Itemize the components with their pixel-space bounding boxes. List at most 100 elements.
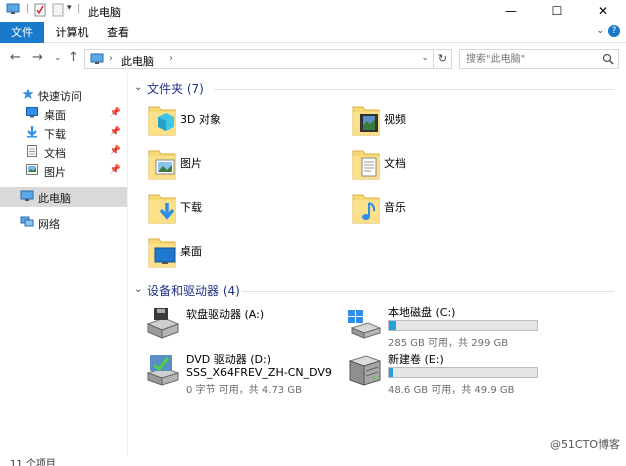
nav-quick-access[interactable]: 快速访问	[0, 85, 127, 105]
window-title: 此电脑	[88, 6, 121, 19]
drive-local-c[interactable]: 本地磁盘 (C:) 285 GB 可用，共 299 GB	[346, 304, 546, 352]
properties-icon[interactable]	[34, 3, 46, 20]
address-dropdown-icon[interactable]: ⌄	[421, 53, 429, 63]
drive-floppy-a[interactable]: 软盘驱动器 (A:)	[144, 306, 344, 354]
ribbon-tab-bar: 文件 计算机 查看 ⌄ ?	[0, 22, 626, 43]
nav-item-label: 下载	[44, 128, 66, 141]
item-count: 11 个项目	[10, 459, 56, 466]
navigation-pane: 快速访问 桌面 📌 下载 📌 文档 📌 图片 📌 此电脑 网络	[0, 73, 128, 456]
address-row: ← → ⌄ ↑ › 此电脑 › ⌄ ↻	[0, 43, 626, 73]
folder-downloads[interactable]: 下载	[148, 191, 328, 231]
folder-label: 图片	[180, 157, 202, 170]
nav-item-documents[interactable]: 文档 📌	[0, 142, 127, 162]
dvd-drive-icon	[144, 353, 180, 390]
separator-icon: |	[26, 3, 30, 14]
folder-label: 视频	[384, 113, 406, 126]
title-bar: | ▾ | 此电脑 — ☐ ✕	[0, 0, 626, 22]
nav-quick-access-label: 快速访问	[38, 90, 82, 103]
content-pane: ⌄ 文件夹 (7) 3D 对象 视频 图片 文档 下载 音乐 桌面 ⌄ 设备和驱…	[128, 73, 620, 456]
drive-usage-fill	[389, 368, 394, 377]
help-icon[interactable]: ?	[608, 25, 620, 37]
desktop-folder-icon	[148, 235, 178, 272]
nav-item-network[interactable]: 网络	[0, 213, 127, 233]
group-divider	[242, 291, 614, 292]
folder-pictures[interactable]: 图片	[148, 147, 328, 187]
drive-usage-fill	[389, 321, 397, 330]
minimize-button[interactable]: —	[488, 0, 534, 22]
floppy-drive-icon	[144, 306, 180, 343]
folder-label: 3D 对象	[180, 113, 221, 126]
back-arrow-icon[interactable]: ←	[10, 50, 21, 65]
search-icon[interactable]	[602, 53, 614, 68]
up-arrow-icon[interactable]: ↑	[68, 50, 79, 65]
breadcrumb-this-pc[interactable]: 此电脑	[121, 53, 154, 69]
folder-label: 音乐	[384, 201, 406, 214]
hard-drive-icon	[346, 351, 382, 390]
computer-icon	[6, 3, 20, 18]
refresh-button[interactable]: ↻	[434, 49, 452, 69]
drive-space-info: 0 字节 可用，共 4.73 GB	[186, 385, 302, 396]
address-bar[interactable]: › 此电脑 › ⌄	[84, 49, 434, 69]
expand-ribbon-icon[interactable]: ⌄	[596, 26, 604, 36]
tab-view[interactable]: 查看	[100, 22, 136, 43]
drive-new-volume-e[interactable]: 新建卷 (E:) 48.6 GB 可用，共 49.9 GB	[346, 351, 546, 399]
forward-arrow-icon[interactable]: →	[32, 50, 43, 65]
collapse-chevron-icon[interactable]: ⌄	[134, 284, 142, 295]
folder-label: 下载	[180, 201, 202, 214]
group-divider	[214, 89, 614, 90]
pin-icon: 📌	[109, 146, 121, 156]
collapse-chevron-icon[interactable]: ⌄	[134, 82, 142, 93]
tab-computer[interactable]: 计算机	[50, 22, 94, 43]
download-icon	[26, 126, 38, 141]
windows-drive-icon	[346, 306, 382, 343]
search-box[interactable]	[459, 49, 619, 69]
drives-group-header[interactable]: 设备和驱动器 (4)	[147, 282, 240, 299]
drive-space-info: 48.6 GB 可用，共 49.9 GB	[388, 385, 515, 396]
picture-icon	[26, 164, 38, 178]
drive-name: 新建卷 (E:)	[388, 353, 444, 366]
folder-music[interactable]: 音乐	[352, 191, 532, 231]
videos-folder-icon	[352, 103, 382, 140]
pin-icon: 📌	[109, 127, 121, 137]
nav-item-label: 图片	[44, 166, 66, 179]
folder-documents[interactable]: 文档	[352, 147, 532, 187]
computer-icon	[90, 53, 104, 68]
search-input[interactable]	[460, 50, 600, 68]
nav-item-pictures[interactable]: 图片 📌	[0, 161, 127, 181]
folder-videos[interactable]: 视频	[352, 103, 532, 143]
music-folder-icon	[352, 191, 382, 228]
recent-locations-icon[interactable]: ⌄	[54, 53, 62, 63]
nav-item-this-pc[interactable]: 此电脑	[0, 187, 127, 207]
drive-dvd-d[interactable]: DVD 驱动器 (D:) SSS_X64FREV_ZH-CN_DV9 0 字节 …	[144, 351, 344, 399]
star-icon	[22, 88, 34, 103]
status-bar: 11 个项目	[0, 456, 626, 466]
network-icon	[20, 216, 34, 231]
folder-3d-objects[interactable]: 3D 对象	[148, 103, 328, 143]
folders-group-header[interactable]: 文件夹 (7)	[147, 80, 204, 97]
pin-icon: 📌	[109, 108, 121, 118]
documents-folder-icon	[352, 147, 382, 184]
drive-space-info: 285 GB 可用，共 299 GB	[388, 338, 509, 349]
drive-usage-bar	[388, 367, 538, 378]
nav-item-label: 文档	[44, 147, 66, 160]
maximize-button[interactable]: ☐	[534, 0, 580, 22]
breadcrumb-separator: ›	[109, 53, 113, 64]
watermark: @51CTO博客	[549, 438, 620, 451]
customize-toolbar-icon[interactable]: ▾	[67, 3, 72, 13]
drive-name: 软盘驱动器 (A:)	[186, 308, 265, 321]
breadcrumb-chevron-icon[interactable]: ›	[169, 53, 173, 64]
nav-item-label: 桌面	[44, 109, 66, 122]
nav-item-label: 网络	[38, 218, 60, 231]
folder-label: 文档	[384, 157, 406, 170]
document-icon	[27, 145, 37, 160]
scroll-strip[interactable]	[620, 73, 626, 456]
tab-file[interactable]: 文件	[0, 22, 44, 43]
pin-icon: 📌	[109, 165, 121, 175]
new-folder-icon[interactable]	[52, 3, 64, 20]
close-button[interactable]: ✕	[580, 0, 626, 22]
folder-desktop[interactable]: 桌面	[148, 235, 328, 275]
pictures-folder-icon	[148, 147, 178, 184]
drive-name: DVD 驱动器 (D:)	[186, 353, 272, 366]
nav-item-downloads[interactable]: 下载 📌	[0, 123, 127, 143]
nav-item-desktop[interactable]: 桌面 📌	[0, 104, 127, 124]
